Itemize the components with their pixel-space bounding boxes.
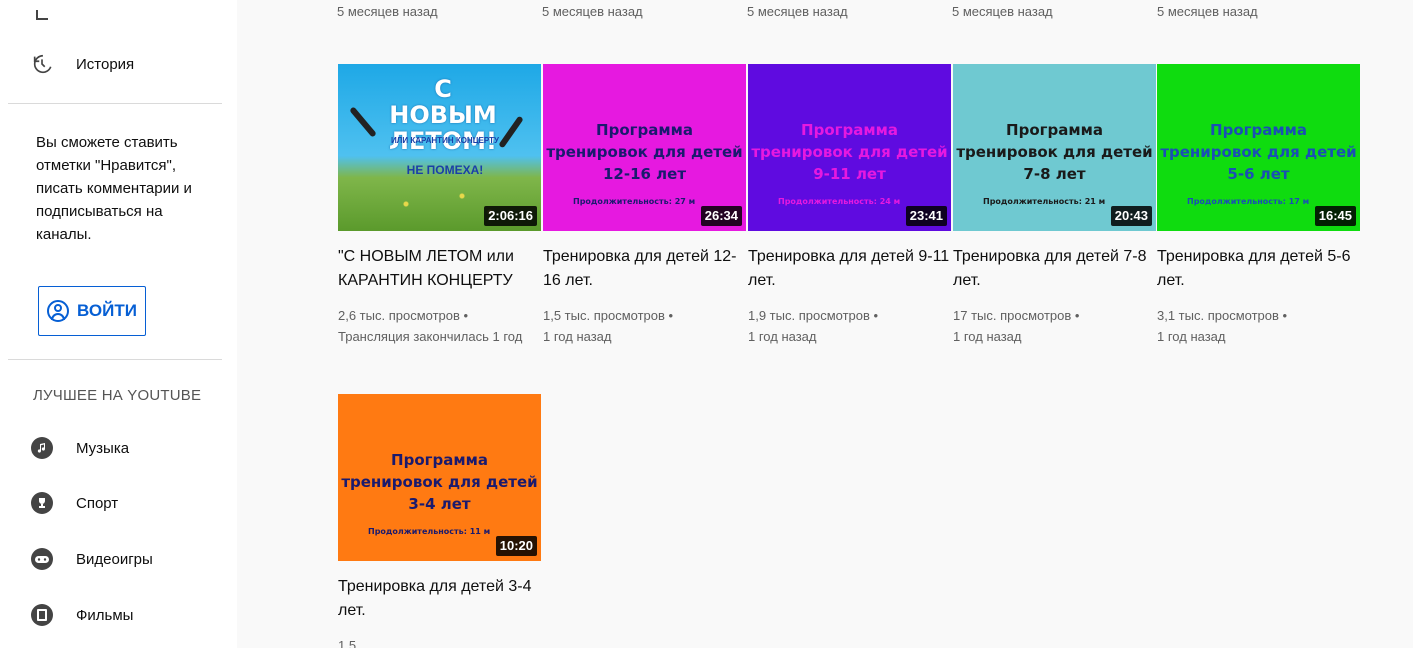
- thumbnail-title: Программа тренировок для детей 3-4 лет: [341, 451, 538, 513]
- divider: [8, 103, 222, 104]
- sidebar-item-label: Видеоигры: [76, 550, 153, 568]
- video-card[interactable]: С НОВЫМ ЛЕТОМ! ИЛИ КАРАНТИН КОНЦЕРТУ НЕ …: [338, 64, 541, 347]
- sidebar-item-sports[interactable]: Спорт: [0, 483, 237, 523]
- thumbnail-subtitle: Продолжительность: 27 м: [573, 197, 696, 206]
- video-date: 5 месяцев назад: [747, 4, 848, 19]
- thumbnail-subtitle: НЕ ПОМЕХА!: [406, 163, 484, 177]
- video-title[interactable]: "С НОВЫМ ЛЕТОМ или КАРАНТИН КОНЦЕРТУ НЕ.…: [338, 245, 541, 293]
- video-date: 5 месяцев назад: [1157, 4, 1258, 19]
- video-date: 1 год назад: [748, 329, 817, 344]
- view-count: 17 тыс. просмотров •: [953, 308, 1080, 323]
- thumbnail-title: Программа тренировок для детей 5-6 лет: [1160, 121, 1357, 183]
- video-date: 5 месяцев назад: [337, 4, 438, 19]
- sidebar-item-label: Спорт: [76, 494, 119, 512]
- sign-in-promo: Вы сможете ставить отметки "Нравится", п…: [36, 134, 192, 243]
- video-date: Трансляция закончилась 1 год: [338, 329, 523, 344]
- video-card[interactable]: Программа тренировок для детей 3-4 лет П…: [338, 394, 541, 648]
- sidebar: История Вы сможете ставить отметки "Нрав…: [0, 0, 237, 648]
- video-card[interactable]: Программа тренировок для детей 9-11 лет …: [748, 64, 951, 347]
- sign-in-button[interactable]: ВОЙТИ: [38, 286, 146, 336]
- thumbnail-subtitle: Продолжительность: 11 м: [368, 527, 491, 536]
- thumbnail-title: Программа тренировок для детей 7-8 лет: [956, 121, 1153, 183]
- video-meta: 17 тыс. просмотров • 1 год назад: [953, 305, 1156, 347]
- thumbnail-title: Программа тренировок для детей 12-16 лет: [546, 121, 743, 183]
- sidebar-item-movies[interactable]: Фильмы: [0, 595, 237, 635]
- video-meta: 1,9 тыс. просмотров • 1 год назад: [748, 305, 951, 347]
- dancer-figure: [498, 115, 524, 149]
- history-icon: [30, 52, 54, 76]
- video-title[interactable]: Тренировка для детей 9-11 лет.: [748, 245, 951, 293]
- video-duration: 2:06:16: [484, 206, 537, 226]
- sidebar-item-history[interactable]: История: [0, 44, 237, 84]
- previous-row-meta: 5 месяцев назад 5 месяцев назад 5 месяце…: [237, 4, 1413, 28]
- video-meta: 2,6 тыс. просмотров • Трансляция закончи…: [338, 305, 541, 347]
- video-date: 1 год назад: [543, 329, 612, 344]
- video-card[interactable]: Программа тренировок для детей 5-6 лет П…: [1157, 64, 1360, 347]
- video-meta: 3,1 тыс. просмотров • 1 год назад: [1157, 305, 1360, 347]
- video-date: 1 год назад: [1157, 329, 1226, 344]
- view-count: 3,1 тыс. просмотров •: [1157, 308, 1288, 323]
- library-icon[interactable]: [36, 10, 48, 20]
- video-date: 5 месяцев назад: [952, 4, 1053, 19]
- gamepad-icon: [30, 547, 54, 571]
- sidebar-item-label: История: [76, 55, 135, 73]
- view-count: 1,5 тыс. просмотров •: [543, 308, 674, 323]
- best-of-youtube-heading: ЛУЧШЕЕ НА YOUTUBE: [33, 387, 202, 404]
- sidebar-item-gaming[interactable]: Видеоигры: [0, 539, 237, 579]
- thumbnail-subtitle: Продолжительность: 17 м: [1187, 197, 1310, 206]
- video-meta: 1,5 тыс. просмотров • 1 год назад: [543, 305, 746, 347]
- trophy-icon: [30, 491, 54, 515]
- video-duration: 16:45: [1314, 206, 1356, 226]
- video-title[interactable]: Тренировка для детей 3-4 лет.: [338, 575, 541, 623]
- video-card[interactable]: Программа тренировок для детей 7-8 лет П…: [953, 64, 1156, 347]
- video-duration: 26:34: [700, 206, 742, 226]
- video-date: 1 год назад: [953, 329, 1022, 344]
- video-thumbnail[interactable]: Программа тренировок для детей 7-8 лет П…: [953, 64, 1156, 231]
- music-icon: [30, 436, 54, 460]
- video-date: 5 месяцев назад: [542, 4, 643, 19]
- divider: [8, 359, 222, 360]
- video-thumbnail[interactable]: С НОВЫМ ЛЕТОМ! ИЛИ КАРАНТИН КОНЦЕРТУ НЕ …: [338, 64, 541, 231]
- video-duration: 10:20: [495, 536, 537, 556]
- thumbnail-subtitle: Продолжительность: 21 м: [983, 197, 1106, 206]
- video-thumbnail[interactable]: Программа тренировок для детей 3-4 лет П…: [338, 394, 541, 561]
- sidebar-item-label: Музыка: [76, 439, 130, 457]
- dancer-figure: [349, 106, 377, 138]
- video-meta: 1,5: [338, 635, 541, 648]
- video-title[interactable]: Тренировка для детей 12-16 лет.: [543, 245, 746, 293]
- video-thumbnail[interactable]: Программа тренировок для детей 9-11 лет …: [748, 64, 951, 231]
- video-duration: 20:43: [1110, 206, 1152, 226]
- video-title[interactable]: Тренировка для детей 7-8 лет.: [953, 245, 1156, 293]
- video-card[interactable]: Программа тренировок для детей 12-16 лет…: [543, 64, 746, 347]
- view-count: 1,9 тыс. просмотров •: [748, 308, 879, 323]
- video-grid: 5 месяцев назад 5 месяцев назад 5 месяце…: [237, 0, 1413, 648]
- video-duration: 23:41: [905, 206, 947, 226]
- sidebar-item-label: Фильмы: [76, 606, 134, 624]
- thumbnail-subtitle: Продолжительность: 24 м: [778, 197, 901, 206]
- view-count: 1,5: [338, 638, 357, 648]
- sign-in-label: ВОЙТИ: [77, 301, 137, 320]
- thumbnail-title: Программа тренировок для детей 9-11 лет: [751, 121, 948, 183]
- view-count: 2,6 тыс. просмотров •: [338, 308, 469, 323]
- sidebar-item-music[interactable]: Музыка: [0, 428, 237, 468]
- film-icon: [30, 603, 54, 627]
- video-thumbnail[interactable]: Программа тренировок для детей 5-6 лет П…: [1157, 64, 1360, 231]
- thumbnail-subtitle: ИЛИ КАРАНТИН КОНЦЕРТУ: [391, 136, 499, 145]
- video-title[interactable]: Тренировка для детей 5-6 лет.: [1157, 245, 1360, 293]
- account-icon: [47, 300, 70, 322]
- video-thumbnail[interactable]: Программа тренировок для детей 12-16 лет…: [543, 64, 746, 231]
